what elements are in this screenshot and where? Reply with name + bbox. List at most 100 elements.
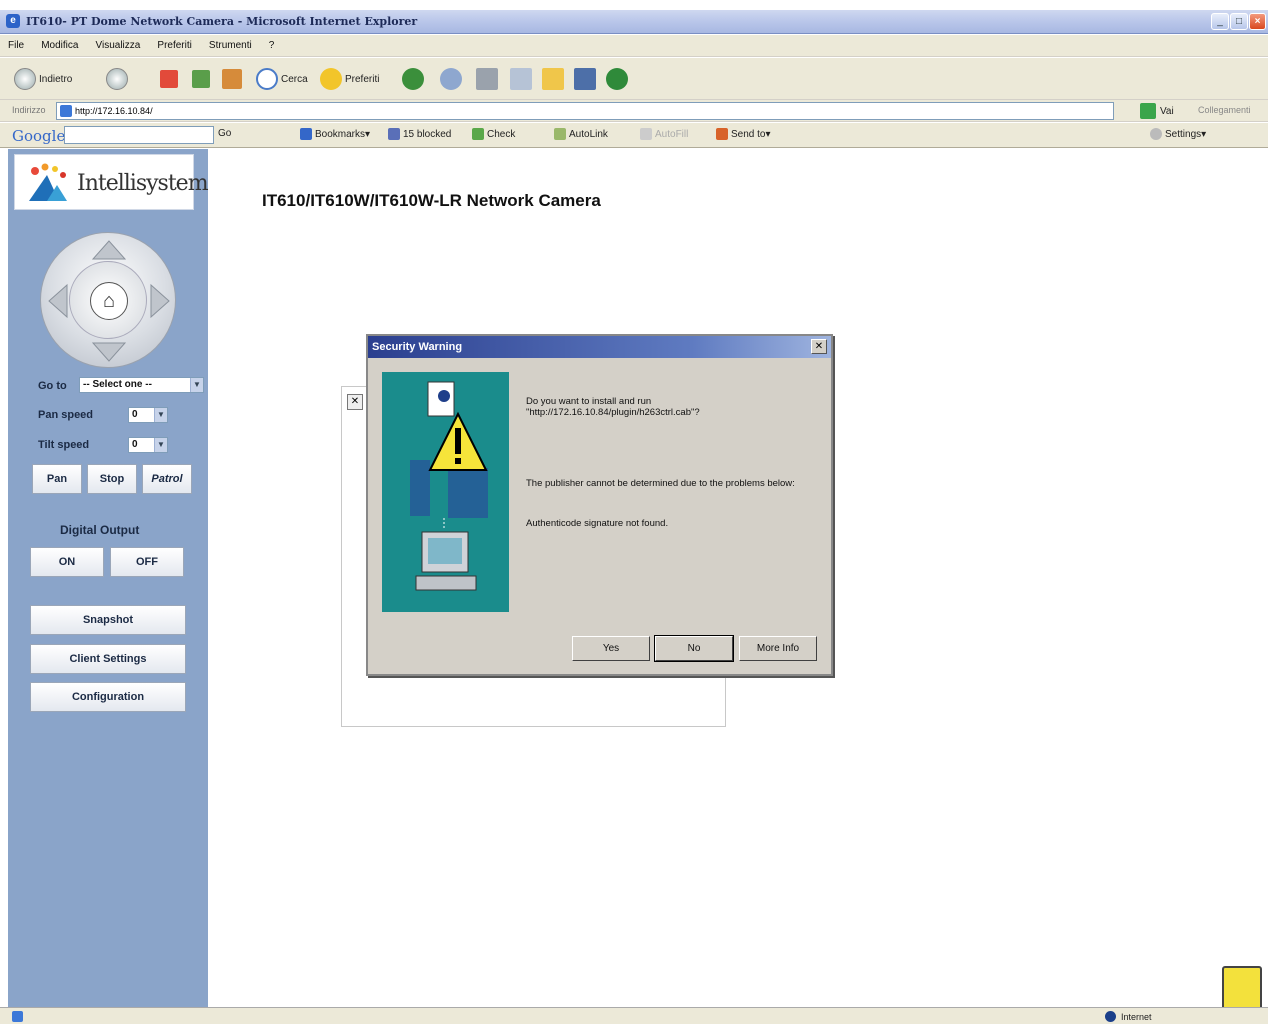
history-button[interactable] xyxy=(402,66,427,92)
ptz-home-button[interactable]: ⌂ xyxy=(90,282,128,320)
refresh-button[interactable] xyxy=(192,66,213,92)
menu-file[interactable]: File xyxy=(8,35,24,57)
spell-check-button[interactable]: Check xyxy=(472,128,515,140)
pan-speed-value: 0 xyxy=(132,409,138,420)
back-arrow-icon xyxy=(14,68,36,90)
pan-speed-label: Pan speed xyxy=(38,409,94,421)
goto-value: -- Select one -- xyxy=(83,379,152,390)
home-icon xyxy=(222,69,242,89)
page-title: IT610/IT610W/IT610W-LR Network Camera xyxy=(262,191,601,210)
autofill-icon xyxy=(640,128,652,140)
menu-bar: File Modifica Visualizza Preferiti Strum… xyxy=(0,35,1268,57)
signature-message: Authenticode signature not found. xyxy=(526,518,669,529)
settings-icon xyxy=(1150,128,1162,140)
forward-button[interactable] xyxy=(106,66,131,92)
google-search-input[interactable] xyxy=(64,126,214,144)
send-icon xyxy=(716,128,728,140)
mail-button[interactable] xyxy=(440,66,465,92)
goto-select[interactable]: -- Select one -- ▼ xyxy=(79,377,204,393)
maximize-button[interactable]: □ xyxy=(1230,13,1248,30)
tilt-speed-select[interactable]: 0 ▼ xyxy=(128,437,168,453)
back-button[interactable]: Indietro xyxy=(14,66,72,92)
address-input[interactable]: http://172.16.10.84/ xyxy=(56,102,1114,120)
dialog-close-button[interactable]: ✕ xyxy=(811,339,827,354)
favorites-button[interactable]: Preferiti xyxy=(320,66,379,92)
chevron-down-icon: ▼ xyxy=(190,378,203,392)
messenger-button[interactable] xyxy=(606,66,631,92)
back-label: Indietro xyxy=(39,73,73,85)
notes-tray-icon[interactable] xyxy=(1222,966,1262,1011)
ptz-inner-ring: ⌂ xyxy=(69,261,147,339)
search-button[interactable]: Cerca xyxy=(256,66,308,92)
bookmarks-button[interactable]: Bookmarks▾ xyxy=(300,128,370,140)
links-label[interactable]: Collegamenti xyxy=(1198,105,1251,115)
go-button[interactable]: Vai xyxy=(1140,103,1174,119)
favorites-label: Preferiti xyxy=(345,73,380,85)
bookmark-star-icon xyxy=(300,128,312,140)
stop-button[interactable]: Stop xyxy=(87,464,137,494)
mail-icon xyxy=(440,68,462,90)
snapshot-button[interactable]: Snapshot xyxy=(30,605,186,635)
go-arrow-icon xyxy=(1140,103,1156,119)
no-button[interactable]: No xyxy=(654,635,734,662)
autolink-button[interactable]: AutoLink xyxy=(554,128,608,140)
search-icon xyxy=(256,68,278,90)
warning-icon xyxy=(410,381,488,591)
yes-button[interactable]: Yes xyxy=(572,636,650,661)
output-on-button[interactable]: ON xyxy=(30,547,104,577)
settings-button[interactable]: Settings▾ xyxy=(1150,128,1206,140)
close-window-button[interactable]: × xyxy=(1249,13,1266,30)
edit-button[interactable] xyxy=(510,66,535,92)
menu-strumenti[interactable]: Strumenti xyxy=(209,35,252,57)
settings-label: Settings▾ xyxy=(1165,128,1207,140)
more-info-button[interactable]: More Info xyxy=(739,636,817,661)
google-go-button[interactable]: Go xyxy=(218,128,231,139)
refresh-icon xyxy=(192,70,210,88)
client-settings-button[interactable]: Client Settings xyxy=(30,644,186,674)
home-page-button[interactable] xyxy=(222,66,245,92)
send-to-button[interactable]: Send to▾ xyxy=(716,128,771,140)
menu-help[interactable]: ? xyxy=(269,35,275,57)
patrol-button[interactable]: Patrol xyxy=(142,464,192,494)
search-label: Cerca xyxy=(281,73,308,85)
folder-button[interactable] xyxy=(542,66,567,92)
standard-toolbar: Indietro Cerca Preferiti xyxy=(0,58,1268,100)
logo-mark-icon xyxy=(29,163,67,201)
stop-page-button[interactable] xyxy=(160,66,181,92)
history-icon xyxy=(402,68,424,90)
broken-plugin-icon: ✕ xyxy=(347,394,363,410)
folder-icon xyxy=(542,68,564,90)
menu-preferiti[interactable]: Preferiti xyxy=(157,35,191,57)
minimize-button[interactable]: _ xyxy=(1211,13,1229,30)
dialog-question: Do you want to install and run "http://1… xyxy=(526,396,826,418)
go-label: Vai xyxy=(1160,105,1174,117)
autofill-button[interactable]: AutoFill xyxy=(640,128,688,140)
address-label: Indirizzo xyxy=(12,105,46,115)
research-button[interactable] xyxy=(574,66,599,92)
pan-speed-select[interactable]: 0 ▼ xyxy=(128,407,168,423)
address-url: http://172.16.10.84/ xyxy=(75,106,153,116)
menu-modifica[interactable]: Modifica xyxy=(41,35,78,57)
blocker-icon xyxy=(388,128,400,140)
digital-output-title: Digital Output xyxy=(60,523,140,537)
chevron-down-icon: ▼ xyxy=(154,408,167,422)
ptz-control-pad[interactable]: ⌂ xyxy=(40,232,176,368)
question-line-2: "http://172.16.10.84/plugin/h263ctrl.cab… xyxy=(526,407,700,418)
check-label: Check xyxy=(487,128,516,140)
dialog-title: Security Warning xyxy=(372,341,463,353)
print-button[interactable] xyxy=(476,66,501,92)
zone-label: Internet xyxy=(1121,1011,1152,1022)
tilt-speed-label: Tilt speed xyxy=(38,439,90,451)
pan-button[interactable]: Pan xyxy=(32,464,82,494)
question-line-1: Do you want to install and run xyxy=(526,396,652,407)
output-off-button[interactable]: OFF xyxy=(110,547,184,577)
popup-blocker-button[interactable]: 15 blocked xyxy=(388,128,451,140)
dialog-warning-art xyxy=(382,372,509,612)
configuration-button[interactable]: Configuration xyxy=(30,682,186,712)
menu-visualizza[interactable]: Visualizza xyxy=(96,35,141,57)
security-warning-dialog: Security Warning ✕ Do you want to instal… xyxy=(366,334,833,676)
bookmarks-label: Bookmarks▾ xyxy=(315,128,371,140)
messenger-icon xyxy=(606,68,628,90)
blocked-label: 15 blocked xyxy=(403,128,452,140)
dialog-title-bar: Security Warning ✕ xyxy=(368,336,831,358)
